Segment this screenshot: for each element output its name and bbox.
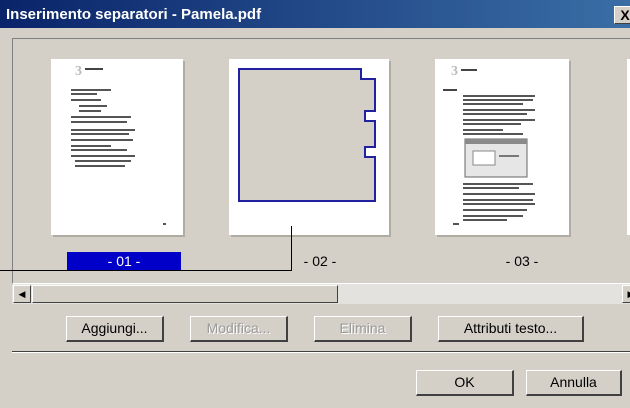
connector-line-horizontal <box>0 270 292 271</box>
page-label-01[interactable]: - 01 - <box>67 252 181 270</box>
page-label-03[interactable]: - 03 - <box>497 252 547 270</box>
page-label-02[interactable]: - 02 - <box>295 252 345 270</box>
title-bar[interactable]: Inserimento separatori - Pamela.pdf X <box>0 0 630 28</box>
svg-text:3: 3 <box>75 64 82 79</box>
scrollbar-thumb[interactable] <box>32 285 338 303</box>
dialog-window: Inserimento separatori - Pamela.pdf X 3 <box>0 0 630 408</box>
ok-button[interactable]: OK <box>416 370 514 396</box>
horizontal-scrollbar[interactable]: ◀ ▶ <box>12 284 630 304</box>
arrow-left-icon: ◀ <box>18 289 26 299</box>
page-content-preview: 3 <box>71 64 166 225</box>
separator-thumbnail-02[interactable] <box>229 59 389 235</box>
delete-button[interactable]: Elimina <box>314 316 412 342</box>
add-button[interactable]: Aggiungi... <box>66 316 164 342</box>
close-icon: X <box>620 7 630 23</box>
page-thumbnail-03[interactable]: 3 <box>435 59 569 235</box>
connector-line-vertical <box>291 226 292 271</box>
window-title: Inserimento separatori - Pamela.pdf <box>6 6 262 23</box>
separator-tab-shape <box>238 68 376 202</box>
svg-text:3: 3 <box>451 64 458 79</box>
edit-button[interactable]: Modifica... <box>190 316 288 342</box>
close-button[interactable]: X <box>614 6 630 24</box>
scroll-right-button[interactable]: ▶ <box>622 285 630 303</box>
page-content-preview: 3 <box>443 64 535 225</box>
separator-line-highlight <box>12 352 630 353</box>
scroll-left-button[interactable]: ◀ <box>13 285 31 303</box>
page-thumbnail-01[interactable]: 3 <box>51 59 183 235</box>
page-preview-pane: 3 - 01 - - 02 - 3 - 03 - <box>12 38 630 284</box>
text-attributes-button[interactable]: Attributi testo... <box>438 316 584 342</box>
cancel-button[interactable]: Annulla <box>526 370 622 396</box>
